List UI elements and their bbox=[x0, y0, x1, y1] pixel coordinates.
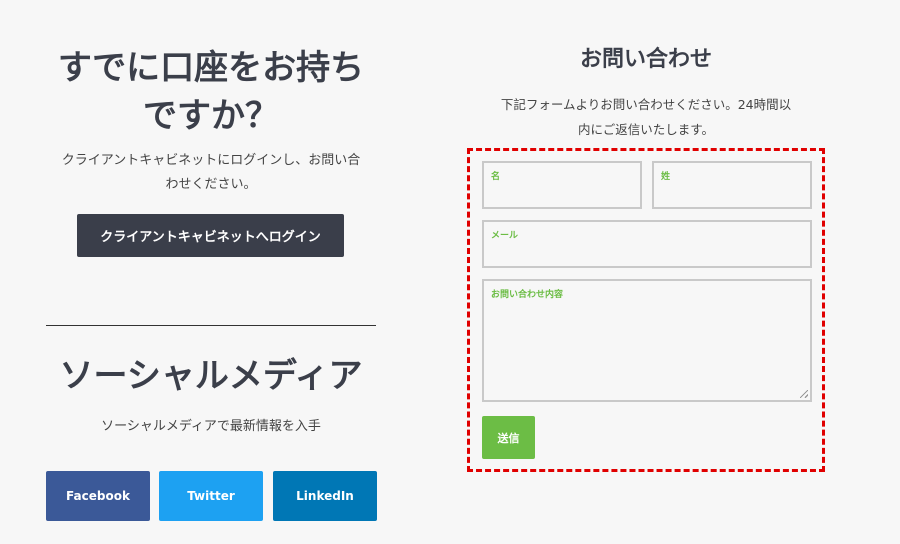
facebook-button[interactable]: Facebook bbox=[46, 471, 150, 521]
email-label: メール bbox=[491, 231, 519, 241]
last-name-field[interactable]: 姓 bbox=[652, 161, 812, 209]
first-name-label: 名 bbox=[491, 172, 501, 182]
twitter-button[interactable]: Twitter bbox=[159, 471, 263, 521]
contact-description: 下記フォームよりお問い合わせください。24時間以 内にご返信いたします。 bbox=[467, 92, 825, 142]
contact-description-line2: 内にご返信いたします。 bbox=[577, 122, 714, 137]
contact-description-line1: 下記フォームよりお問い合わせください。24時間以 bbox=[500, 97, 792, 112]
last-name-label: 姓 bbox=[661, 172, 671, 182]
account-heading: すでに口座をお持ち ですか？ bbox=[46, 44, 376, 140]
message-textarea[interactable]: お問い合わせ内容 bbox=[482, 279, 812, 402]
contact-form: 名 姓 メール お問い合わせ内容 送信 bbox=[467, 148, 825, 472]
account-heading-line1: すでに口座をお持ち bbox=[57, 48, 365, 88]
social-description: ソーシャルメディアで最新情報を入手 bbox=[101, 419, 321, 434]
account-description-line1: クライアントキャビネットにログインし、お問い合 bbox=[61, 153, 361, 168]
client-cabinet-login-button[interactable]: クライアントキャビネットへログイン bbox=[77, 214, 344, 257]
social-heading: ソーシャルメディア bbox=[59, 356, 363, 396]
submit-button[interactable]: 送信 bbox=[482, 416, 535, 459]
account-heading-line2: ですか？ bbox=[143, 96, 279, 136]
resize-handle-icon[interactable] bbox=[800, 390, 808, 398]
message-label: お問い合わせ内容 bbox=[491, 290, 564, 300]
account-description-line2: わせください。 bbox=[165, 177, 257, 192]
email-field[interactable]: メール bbox=[482, 220, 812, 268]
account-description: クライアントキャビネットにログインし、お問い合 わせください。 bbox=[46, 149, 376, 197]
contact-heading: お問い合わせ bbox=[579, 47, 712, 72]
section-divider bbox=[46, 325, 376, 326]
first-name-field[interactable]: 名 bbox=[482, 161, 642, 209]
linkedin-button[interactable]: LinkedIn bbox=[273, 471, 377, 521]
